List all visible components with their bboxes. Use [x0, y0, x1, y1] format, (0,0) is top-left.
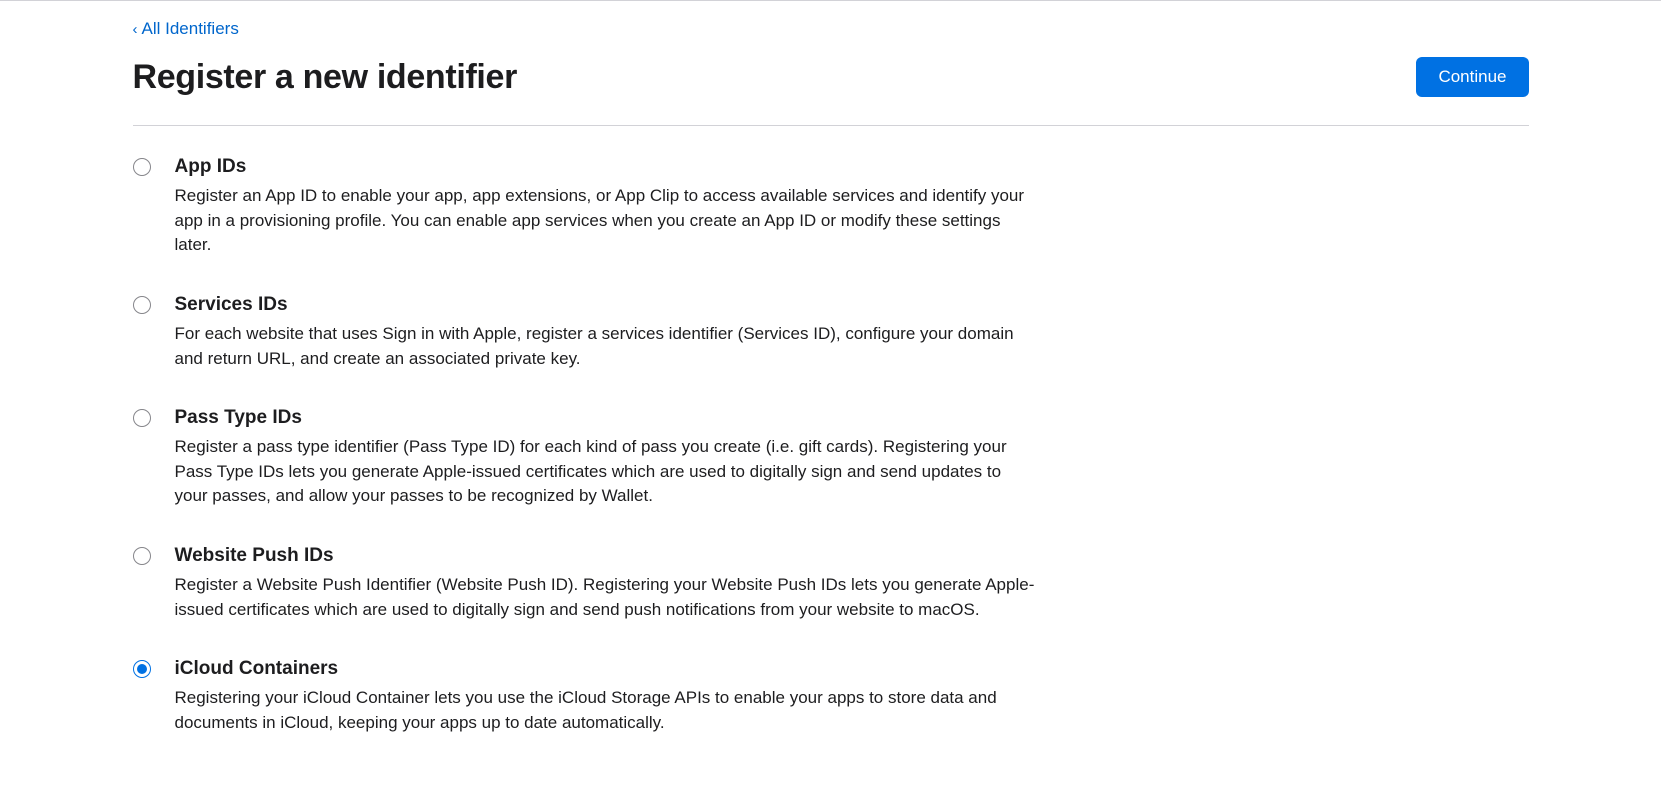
continue-button[interactable]: Continue — [1416, 57, 1528, 97]
option-title: Website Push IDs — [175, 545, 1035, 567]
option-row-icloud-containers: iCloud Containers Registering your iCloud… — [133, 658, 1529, 735]
radio-pass-type-ids[interactable] — [133, 409, 151, 427]
option-row-services-ids: Services IDs For each website that uses S… — [133, 294, 1529, 371]
page-title: Register a new identifier — [133, 58, 518, 97]
option-description: Registering your iCloud Container lets y… — [175, 686, 1035, 735]
option-title: Services IDs — [175, 294, 1035, 316]
option-row-pass-type-ids: Pass Type IDs Register a pass type identi… — [133, 407, 1529, 509]
option-row-app-ids: App IDs Register an App ID to enable your… — [133, 156, 1529, 258]
radio-col — [133, 545, 175, 570]
option-content: Pass Type IDs Register a pass type identi… — [175, 407, 1035, 509]
option-content: Website Push IDs Register a Website Push … — [175, 545, 1035, 622]
chevron-left-icon: ‹ — [133, 21, 138, 38]
option-description: Register a Website Push Identifier (Webs… — [175, 573, 1035, 622]
radio-app-ids[interactable] — [133, 158, 151, 176]
option-content: App IDs Register an App ID to enable your… — [175, 156, 1035, 258]
radio-col — [133, 294, 175, 319]
option-description: Register a pass type identifier (Pass Ty… — [175, 435, 1035, 509]
option-description: Register an App ID to enable your app, a… — [175, 184, 1035, 258]
radio-services-ids[interactable] — [133, 296, 151, 314]
radio-website-push-ids[interactable] — [133, 547, 151, 565]
option-title: App IDs — [175, 156, 1035, 178]
option-title: Pass Type IDs — [175, 407, 1035, 429]
option-description: For each website that uses Sign in with … — [175, 322, 1035, 371]
radio-col — [133, 658, 175, 683]
header-row: Register a new identifier Continue — [133, 57, 1529, 126]
option-content: Services IDs For each website that uses S… — [175, 294, 1035, 371]
option-row-website-push-ids: Website Push IDs Register a Website Push … — [133, 545, 1529, 622]
radio-icloud-containers[interactable] — [133, 660, 151, 678]
options-list: App IDs Register an App ID to enable your… — [133, 156, 1529, 736]
option-title: iCloud Containers — [175, 658, 1035, 680]
back-link-all-identifiers[interactable]: ‹ All Identifiers — [133, 19, 239, 39]
back-link-label: All Identifiers — [142, 19, 239, 39]
radio-col — [133, 407, 175, 432]
option-content: iCloud Containers Registering your iCloud… — [175, 658, 1035, 735]
radio-col — [133, 156, 175, 181]
